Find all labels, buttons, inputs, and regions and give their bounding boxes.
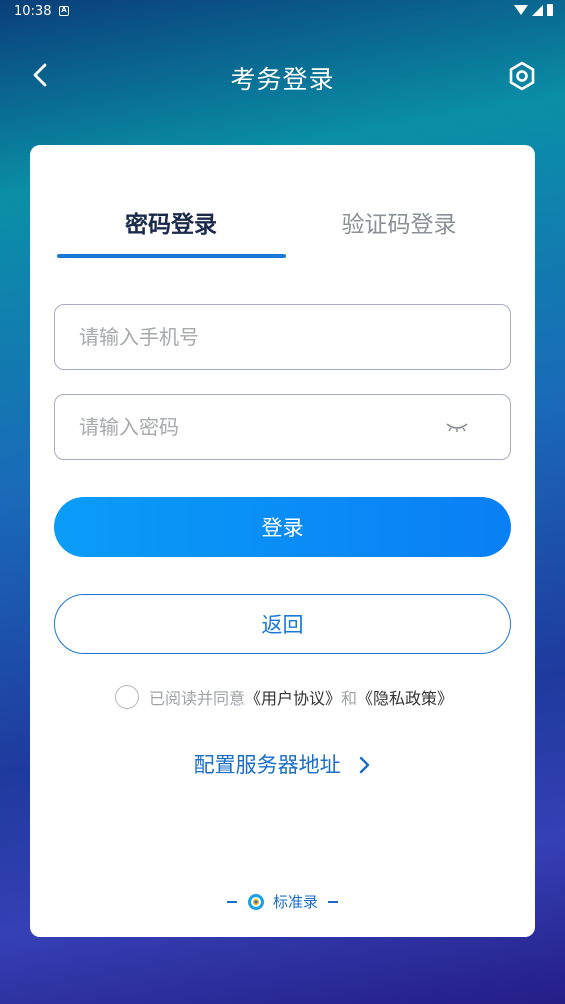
- brand-name: 标准录: [272, 893, 318, 911]
- status-time: 10:38: [14, 4, 52, 19]
- phone-field: [54, 304, 511, 370]
- password-field: [54, 394, 511, 460]
- agreement-prefix: 已阅读并同意: [149, 689, 246, 708]
- login-tabs: 密码登录 验证码登录: [57, 205, 513, 265]
- status-icons: [514, 4, 553, 16]
- wifi-icon: [514, 5, 528, 15]
- config-server-label: 配置服务器地址: [193, 753, 341, 777]
- status-bar: 10:38 A: [0, 0, 565, 24]
- divider: [226, 900, 237, 903]
- tab-code-login[interactable]: 验证码登录: [285, 205, 513, 239]
- brand-logo-icon: [247, 893, 264, 910]
- config-server-link[interactable]: 配置服务器地址: [30, 749, 535, 779]
- nav-bar: 考务登录: [0, 50, 565, 102]
- active-tab-indicator: [57, 254, 286, 258]
- return-button[interactable]: 返回: [54, 594, 511, 654]
- eye-closed-icon[interactable]: [444, 417, 470, 437]
- footer-brand: 标准录: [30, 891, 535, 912]
- divider: [328, 900, 338, 903]
- page-title: 考务登录: [230, 65, 335, 94]
- login-card: 密码登录 验证码登录 登录 返回 已阅读并同意 《用户协议》 和 《隐私政策》 …: [30, 145, 535, 937]
- agreement-row: 已阅读并同意 《用户协议》 和 《隐私政策》: [115, 684, 453, 710]
- login-button[interactable]: 登录: [54, 497, 511, 557]
- signal-icon: [532, 4, 543, 16]
- agreement-and: 和: [341, 689, 358, 708]
- password-input[interactable]: [55, 395, 415, 459]
- privacy-policy-link[interactable]: 《隐私政策》: [357, 685, 453, 709]
- tab-password-login[interactable]: 密码登录: [57, 205, 285, 239]
- settings-icon[interactable]: [507, 61, 537, 91]
- phone-input[interactable]: [55, 305, 415, 369]
- agreement-checkbox[interactable]: [115, 685, 139, 709]
- notification-icon: A: [59, 6, 69, 16]
- chevron-right-icon: [360, 756, 370, 774]
- user-agreement-link[interactable]: 《用户协议》: [245, 685, 341, 709]
- battery-icon: [547, 4, 553, 16]
